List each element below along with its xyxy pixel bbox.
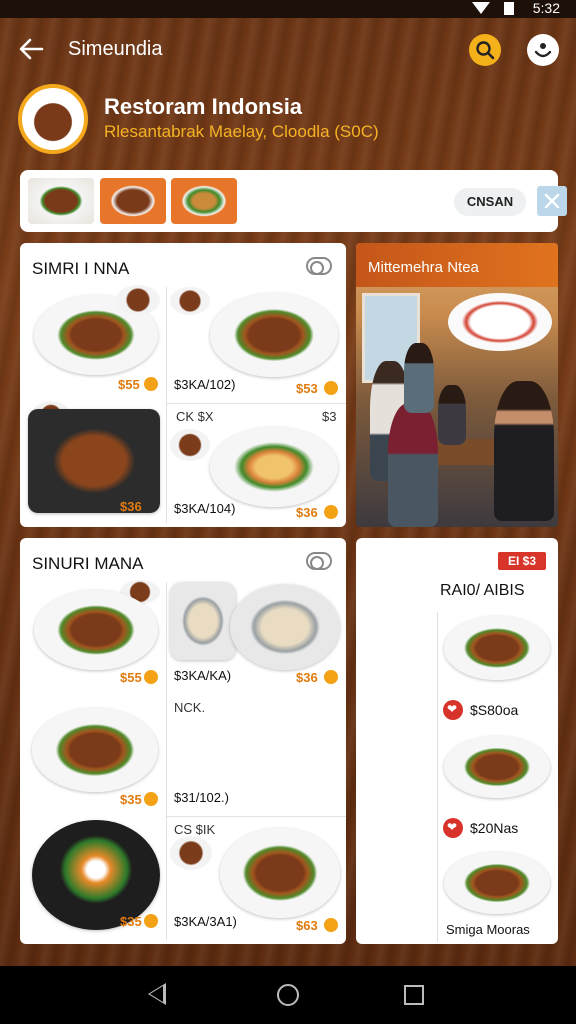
photo-banner: Mittemehra Ntea [356, 243, 558, 287]
divider [166, 287, 167, 523]
side-badge: EI $3 [498, 552, 546, 570]
dish-image[interactable] [116, 285, 160, 315]
status-time: 5:32 [532, 0, 560, 16]
app-title: Simeundia [68, 38, 163, 60]
signal-icon [472, 2, 490, 14]
divider [166, 582, 167, 940]
item-price: $3KA/104) [174, 501, 236, 516]
dish-image[interactable] [34, 590, 158, 670]
circle-home-icon[interactable] [277, 984, 299, 1006]
user-icon [534, 43, 552, 58]
item-price: $35 [120, 914, 142, 929]
restaurant-name: Restoram Indonsia [104, 94, 303, 119]
item-price: $36 [296, 670, 318, 685]
category-thumb[interactable] [100, 178, 166, 224]
dish-image[interactable] [444, 852, 550, 914]
person [438, 385, 466, 445]
app-bar: Simeundia [0, 18, 576, 82]
search-icon [476, 41, 495, 60]
dish-image[interactable] [210, 293, 338, 377]
item-price: $35 [120, 792, 142, 807]
item-label: NCK. [174, 700, 206, 715]
restaurant-photo[interactable]: Mittemehra Ntea [356, 243, 558, 527]
item-price: $3KA/3A1) [174, 914, 237, 929]
status-bar: 5:32 [0, 0, 576, 18]
side-price: $S80oa [470, 702, 519, 718]
coin-icon [144, 792, 158, 806]
close-icon [544, 193, 560, 209]
divider [437, 612, 438, 942]
category-thumb[interactable] [171, 178, 237, 224]
divider [166, 403, 346, 404]
arrow-left-icon[interactable] [16, 34, 46, 64]
menu-card: SINURI MANA $55 $3KA/KA) $36 NCK. $35 $3… [20, 538, 346, 944]
menu-card: SIMRI I NNA $55 $3KA/102) $53 $36 CK $X … [20, 243, 346, 527]
coin-icon [324, 918, 338, 932]
item-label: CS $IK [174, 822, 216, 837]
dish-image[interactable] [220, 828, 340, 918]
coin-icon [144, 377, 158, 391]
category-thumb[interactable] [28, 178, 94, 224]
side-footer: Smiga Mooras [446, 922, 530, 937]
person [494, 381, 554, 521]
dish-image[interactable] [32, 708, 158, 792]
item-price: $36 [120, 499, 142, 514]
close-button[interactable] [537, 186, 567, 216]
dish-image[interactable] [444, 616, 550, 680]
coin-icon [144, 914, 158, 928]
coin-icon [324, 381, 338, 395]
divider [166, 816, 346, 817]
item-price: $31/102.) [174, 790, 229, 805]
dish-image [448, 293, 552, 351]
photo-banner-text: Mittemehra Ntea [368, 259, 479, 276]
coin-icon [324, 505, 338, 519]
restaurant-logo [18, 84, 88, 154]
triangle-back-icon[interactable] [148, 983, 166, 1005]
search-button[interactable] [469, 34, 501, 66]
item-price: $53 [296, 381, 318, 396]
heart-icon[interactable] [443, 818, 463, 838]
battery-icon [504, 2, 514, 15]
restaurant-subtitle: Rlesantabrak Maelay, Cloodla (S0C) [104, 122, 379, 141]
item-price: $63 [296, 918, 318, 933]
dish-image[interactable] [170, 429, 210, 461]
item-label: $3 [322, 409, 337, 424]
dish-image[interactable] [170, 836, 212, 870]
item-price: $36 [296, 505, 318, 520]
item-price: $55 [118, 377, 140, 392]
side-price: $20Nas [470, 820, 519, 836]
user-button[interactable] [527, 34, 559, 66]
toggle-icon[interactable] [306, 257, 332, 275]
card-title: SINURI MANA [32, 554, 144, 573]
card-title: SIMRI I NNA [32, 259, 130, 278]
coin-icon [144, 670, 158, 684]
dish-image[interactable] [170, 287, 210, 315]
square-recent-icon[interactable] [404, 985, 424, 1005]
dish-image[interactable] [28, 409, 160, 513]
dish-image[interactable] [230, 584, 340, 670]
coin-icon [324, 670, 338, 684]
side-title: RAI0/ AIBIS [440, 582, 525, 599]
person [404, 343, 434, 413]
person [388, 403, 438, 527]
heart-icon[interactable] [443, 700, 463, 720]
dish-image[interactable] [210, 427, 338, 507]
category-pill[interactable]: CNSAN [454, 188, 526, 216]
item-price: $55 [120, 670, 142, 685]
item-label: CK $X [176, 409, 214, 424]
category-strip: CNSAN [20, 170, 567, 232]
item-price: $3KA/KA) [174, 668, 232, 683]
dish-image[interactable] [444, 736, 550, 798]
toggle-icon[interactable] [306, 552, 332, 570]
item-price: $3KA/102) [174, 377, 236, 392]
dish-image[interactable] [170, 582, 236, 660]
